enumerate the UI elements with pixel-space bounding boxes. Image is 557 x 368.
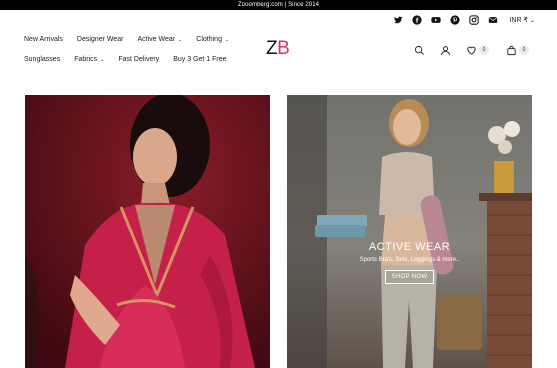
search-icon[interactable] — [414, 44, 426, 56]
wishlist-button[interactable]: 0 — [466, 45, 492, 56]
chevron-down-icon: ⌄ — [529, 17, 535, 24]
nav-fabrics[interactable]: Fabrics ⌄ — [74, 56, 104, 63]
account-icon[interactable] — [440, 44, 452, 56]
main-nav-row-1: New Arrivals Designer Wear Active Wear ⌄ … — [24, 36, 229, 43]
cart-count: 0 — [519, 45, 529, 55]
wishlist-count: 0 — [479, 45, 489, 55]
banner-title: ACTIVE WEAR — [368, 241, 451, 253]
mail-icon[interactable] — [488, 15, 498, 25]
nav-buy-3-get-1[interactable]: Buy 3 Get 1 Free — [173, 56, 226, 63]
main-nav-row-2: Sunglasses Fabrics ⌄ Fast Delivery Buy 3 … — [24, 56, 227, 63]
youtube-icon[interactable] — [430, 15, 441, 25]
chevron-down-icon: ⌄ — [224, 36, 230, 43]
heart-icon — [467, 46, 476, 55]
currency-label: INR ₹ — [509, 17, 528, 24]
bag-icon — [507, 45, 516, 55]
header-actions: 0 0 — [414, 44, 532, 56]
chevron-down-icon: ⌄ — [100, 56, 105, 63]
active-wear-overlay: ACTIVE WEAR Sports Bra's, Sets, Leggings… — [287, 241, 532, 284]
nav-fast-delivery[interactable]: Fast Delivery — [118, 56, 159, 63]
nav-designer-wear[interactable]: Designer Wear — [77, 36, 124, 43]
nav-new-arrivals[interactable]: New Arrivals — [24, 36, 63, 43]
model-image — [287, 95, 532, 368]
nav-sunglasses[interactable]: Sunglasses — [24, 56, 60, 63]
currency-selector[interactable]: INR ₹ ⌄ — [510, 16, 536, 24]
twitter-icon[interactable] — [393, 15, 403, 25]
site-logo[interactable]: ZB — [266, 38, 290, 60]
instagram-icon[interactable] — [468, 15, 479, 25]
banner-subtitle: Sports Bra's, Sets, Leggings & more.. — [359, 257, 460, 263]
announcement-bar: Zooomberg.com | Since 2014 — [0, 0, 557, 10]
chevron-down-icon: ⌄ — [178, 36, 183, 43]
hero-active-wear-banner[interactable]: ACTIVE WEAR Sports Bra's, Sets, Leggings… — [287, 95, 532, 368]
hero-designer-wear-banner[interactable] — [25, 95, 270, 368]
nav-active-wear[interactable]: Active Wear ⌄ — [137, 36, 182, 43]
facebook-icon[interactable] — [411, 15, 422, 25]
cart-button[interactable]: 0 — [506, 45, 532, 56]
nav-clothing[interactable]: Clothing ⌄ — [196, 36, 229, 43]
shop-now-button[interactable]: SHOP NOW — [384, 270, 435, 284]
model-image — [25, 95, 270, 368]
pinterest-icon[interactable] — [449, 15, 460, 25]
social-links: INR ₹ ⌄ — [393, 14, 536, 26]
